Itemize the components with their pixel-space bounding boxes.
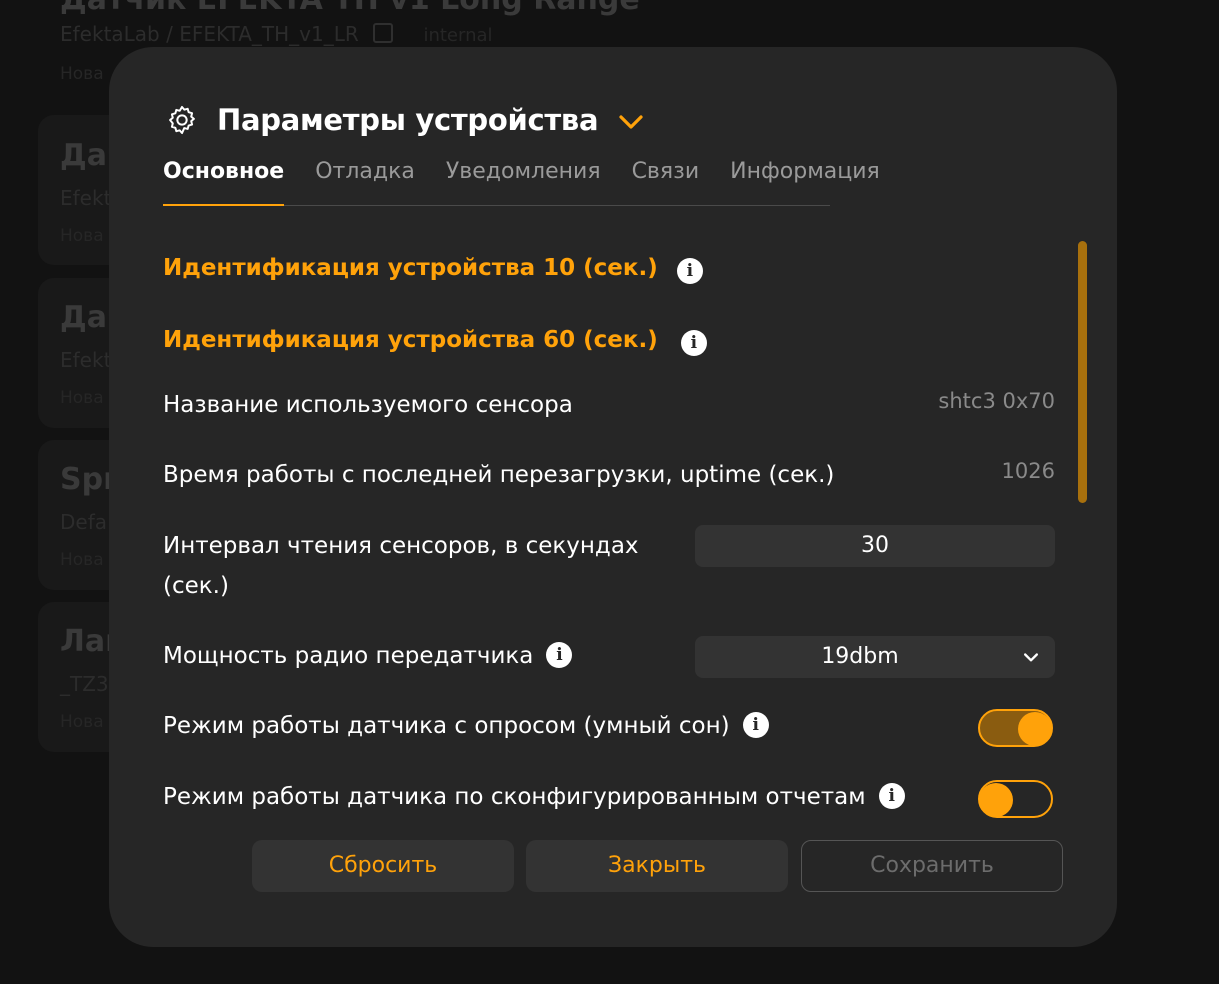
identify-60-row[interactable]: Идентификация устройства 60 (сек.) i xyxy=(163,320,1055,360)
identify-10-label[interactable]: Идентификация устройства 10 (сек.) xyxy=(163,255,658,281)
identify-10-row[interactable]: Идентификация устройства 10 (сек.) i xyxy=(163,248,1055,288)
tab-notifications[interactable]: Уведомления xyxy=(446,153,601,205)
bg-card-status: Нова xyxy=(60,712,104,732)
bg-device-model-text: EfektaLab / EFEKTA_TH_v1_LR xyxy=(60,22,359,46)
report-mode-label: Режим работы датчика по сконфигурированн… xyxy=(163,784,866,810)
bg-device-status: Нова xyxy=(60,64,104,84)
chevron-down-icon xyxy=(1024,653,1038,662)
identify-60-label[interactable]: Идентификация устройства 60 (сек.) xyxy=(163,327,658,353)
sensor-name-value: shtc3 0x70 xyxy=(938,389,1055,413)
uptime-label: Время работы с последней перезагрузки, u… xyxy=(163,462,835,488)
info-icon[interactable]: i xyxy=(676,257,703,284)
bg-card-sub: Efekt xyxy=(60,348,112,372)
tab-debug[interactable]: Отладка xyxy=(315,153,415,205)
report-mode-row: Режим работы датчика по сконфигурированн… xyxy=(163,777,1055,818)
tx-power-selected-value: 19dbm xyxy=(821,644,899,669)
external-link-icon xyxy=(373,23,394,43)
bg-card-status: Нова xyxy=(60,388,104,408)
info-icon[interactable]: i xyxy=(546,641,573,668)
poll-mode-label: Режим работы датчика с опросом (умный со… xyxy=(163,713,730,739)
reset-button[interactable]: Сбросить xyxy=(252,840,514,892)
tab-bar: Основное Отладка Уведомления Связи Инфор… xyxy=(163,153,880,206)
poll-mode-toggle[interactable] xyxy=(978,709,1053,747)
uptime-row: Время работы с последней перезагрузки, u… xyxy=(163,455,1055,495)
bg-card-sub: Defa xyxy=(60,510,108,534)
uptime-value: 1026 xyxy=(1001,459,1055,483)
tx-power-label: Мощность радио передатчика xyxy=(163,643,534,669)
read-interval-label-line2: (сек.) xyxy=(163,573,229,599)
read-interval-input[interactable]: 30 xyxy=(695,525,1055,567)
bg-card-status: Нова xyxy=(60,226,104,246)
sensor-name-row: Название используемого сенсора shtc3 0x7… xyxy=(163,385,1055,425)
bg-card-sub: _TZ3 xyxy=(60,672,109,696)
report-mode-toggle[interactable] xyxy=(978,780,1053,818)
bg-card-status: Нова xyxy=(60,550,104,570)
chevron-down-icon[interactable] xyxy=(616,107,646,137)
save-button[interactable]: Сохранить xyxy=(801,840,1063,892)
tx-power-row: Мощность радио передатчика i 19dbm xyxy=(163,636,1055,678)
settings-list: Идентификация устройства 10 (сек.) i Иде… xyxy=(163,242,1055,820)
toggle-knob xyxy=(979,783,1013,817)
modal-header: Параметры устройства xyxy=(165,103,646,137)
info-icon[interactable]: i xyxy=(742,711,769,738)
tab-main[interactable]: Основное xyxy=(163,153,285,206)
close-button[interactable]: Закрыть xyxy=(526,840,788,892)
bg-device-model: EfektaLab / EFEKTA_TH_v1_LR internal xyxy=(60,22,493,46)
read-interval-row: Интервал чтения сенсоров, в секундах (се… xyxy=(163,525,1055,606)
tab-bindings[interactable]: Связи xyxy=(632,153,700,205)
sensor-name-label: Название используемого сенсора xyxy=(163,392,573,418)
info-icon[interactable]: i xyxy=(680,329,707,356)
bg-device-badge: internal xyxy=(423,25,493,46)
toggle-knob xyxy=(1018,712,1052,746)
tab-info[interactable]: Информация xyxy=(730,153,880,205)
poll-mode-row: Режим работы датчика с опросом (умный со… xyxy=(163,706,1055,747)
modal-title: Параметры устройства xyxy=(217,103,599,137)
gear-icon xyxy=(169,105,195,135)
info-icon[interactable]: i xyxy=(878,782,905,809)
bg-device-title: Датчик EFEKTA TH v1 Long Range xyxy=(60,0,640,17)
device-settings-modal: Параметры устройства Основное Отладка Ув… xyxy=(109,47,1117,947)
scrollbar[interactable] xyxy=(1078,241,1087,503)
tx-power-select[interactable]: 19dbm xyxy=(695,636,1055,678)
bg-card-sub: Efekt xyxy=(60,186,112,210)
